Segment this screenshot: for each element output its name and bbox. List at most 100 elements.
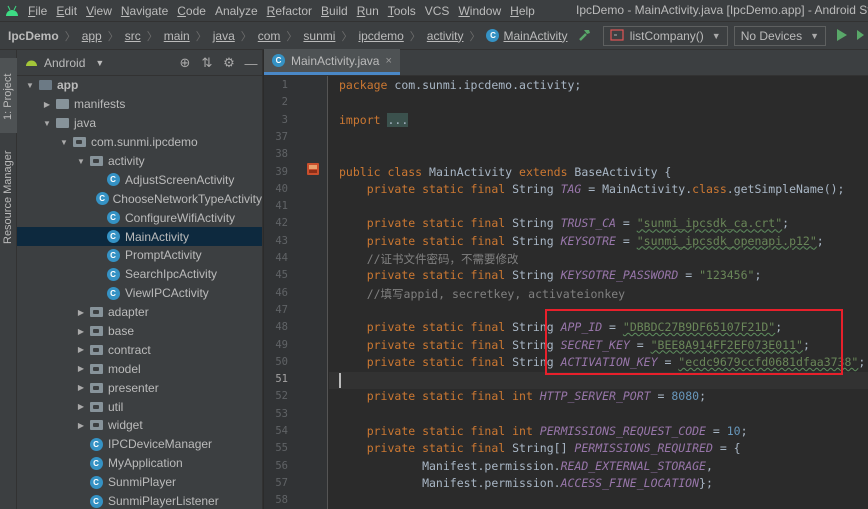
line-number: 53 [275, 407, 288, 420]
expand-closed-icon[interactable]: ▶ [74, 402, 88, 411]
expand-open-icon[interactable]: ▼ [57, 138, 71, 147]
class-badge: C [106, 173, 120, 187]
package-icon [88, 324, 104, 338]
locate-icon[interactable]: ⊕ [174, 55, 196, 71]
tree-item[interactable]: C SearchIpcActivity [17, 265, 262, 284]
breadcrumb-item[interactable]: sunmi [303, 29, 335, 43]
expand-open-icon[interactable]: ▼ [40, 119, 54, 128]
tree-item[interactable]: ▶ widget [17, 416, 262, 435]
tree-item[interactable]: ▶ base [17, 322, 262, 341]
expand-open-icon[interactable]: ▼ [74, 157, 88, 166]
breadcrumb-item[interactable]: main [164, 29, 190, 43]
resource-manager-tab[interactable]: Resource Manager [0, 150, 17, 260]
tree-item[interactable]: ▶ presenter [17, 378, 262, 397]
code-token: String[] [512, 441, 575, 456]
tree-item[interactable]: ▶ model [17, 359, 262, 378]
expand-open-icon[interactable]: ▼ [23, 81, 37, 90]
expand-closed-icon[interactable]: ▶ [40, 100, 54, 109]
menu-mnemonic: W [458, 3, 470, 18]
tree-item[interactable]: ▶ manifests [17, 95, 262, 114]
chevron-down-icon: ▼ [95, 57, 105, 68]
close-icon[interactable]: × [385, 55, 391, 67]
tree-item[interactable]: ▶ adapter [17, 303, 262, 322]
menu-refactor[interactable]: Refactor [263, 4, 316, 18]
line-number: 50 [275, 355, 288, 368]
code-token: "123456" [699, 268, 755, 283]
code-token: PERMISSIONS_REQUIRED [574, 441, 713, 456]
minimize-icon[interactable]: — [240, 56, 262, 71]
tree-item[interactable]: C SunmiPlayerListener [17, 492, 262, 509]
menu-build[interactable]: Build [317, 4, 352, 18]
chevron-right-icon: 〉 [195, 30, 207, 43]
code-token: KEYSOTRE_PASSWORD [560, 268, 679, 283]
breadcrumb-item[interactable]: app [82, 29, 102, 43]
breadcrumb-item[interactable]: ipcdemo [358, 29, 403, 43]
tree-item[interactable]: C SunmiPlayer [17, 473, 262, 492]
tree-item[interactable]: ▼ com.sunmi.ipcdemo [17, 133, 262, 152]
run-icon[interactable] [836, 28, 848, 45]
tree-item[interactable]: C ConfigureWifiActivity [17, 208, 262, 227]
chevron-right-icon: 〉 [409, 30, 421, 43]
breadcrumb-item[interactable]: java [213, 29, 235, 43]
project-tab[interactable]: 1: Project [0, 58, 17, 133]
code-token: ... [387, 112, 409, 127]
expand-closed-icon[interactable]: ▶ [74, 345, 88, 354]
folder-shape [89, 156, 103, 166]
tree-item[interactable]: ▶ util [17, 397, 262, 416]
menu-tools[interactable]: Tools [384, 4, 420, 18]
menu-file[interactable]: File [24, 4, 51, 18]
menu-navigate[interactable]: Navigate [117, 4, 172, 18]
tree-item[interactable]: C PromptActivity [17, 246, 262, 265]
class-badge: C [106, 230, 120, 244]
tree-item[interactable]: C MyApplication [17, 454, 262, 473]
breadcrumb-item[interactable]: com [258, 29, 281, 43]
tree-item[interactable]: ▼ java [17, 114, 262, 133]
debug-icon[interactable] [856, 28, 864, 45]
menu-vcs[interactable]: VCS [421, 4, 454, 18]
expand-closed-icon[interactable]: ▶ [74, 383, 88, 392]
class-gutter-icon[interactable] [306, 162, 320, 179]
class-badge: C [95, 192, 109, 206]
device-selector[interactable]: No Devices ▼ [733, 26, 826, 46]
code-token: //证书文件密码，不需要修改 [366, 252, 519, 266]
menu-window[interactable]: Window [454, 4, 505, 18]
tree-item[interactable]: C IPCDeviceManager [17, 435, 262, 454]
tree-item[interactable]: ▼ app [17, 76, 262, 95]
tree-item[interactable]: C ViewIPCActivity [17, 284, 262, 303]
project-view-selector[interactable]: Android ▼ [25, 56, 104, 70]
tree-item[interactable]: C ChooseNetworkTypeActivity [17, 189, 262, 208]
breadcrumb-item[interactable]: MainActivity [503, 29, 567, 43]
menu-view[interactable]: View [82, 4, 116, 18]
line-number: 54 [275, 425, 288, 437]
collapse-all-icon[interactable]: ⇅ [196, 55, 218, 71]
code-token: TRUST_CA [560, 216, 616, 231]
code-line: import ... [339, 112, 409, 130]
breadcrumb-item[interactable]: src [125, 29, 141, 43]
hammer-icon[interactable] [577, 27, 593, 46]
tree-item[interactable]: ▼ activity [17, 152, 262, 171]
tab-main-activity[interactable]: C MainActivity.java × [264, 49, 400, 75]
tree-item[interactable]: C AdjustScreenActivity [17, 170, 262, 189]
expand-closed-icon[interactable]: ▶ [74, 421, 88, 430]
breadcrumb-item[interactable]: IpcDemo [8, 29, 59, 43]
run-config-selector[interactable]: listCompany() ▼ [602, 26, 728, 46]
folder-shape [89, 344, 103, 355]
gear-icon[interactable]: ⚙ [218, 55, 240, 71]
expand-closed-icon[interactable]: ▶ [74, 327, 88, 336]
menu-code[interactable]: Code [173, 4, 210, 18]
menu-analyze[interactable]: Analyze [211, 4, 262, 18]
chevron-down-icon: ▼ [810, 31, 819, 41]
breadcrumb-item[interactable]: activity [427, 29, 464, 43]
tree-item[interactable]: ▶ contract [17, 340, 262, 359]
tree-item[interactable]: C MainActivity [17, 227, 262, 247]
menu-help[interactable]: Help [506, 4, 539, 18]
code-area[interactable]: package com.sunmi.ipcdemo.activity; impor… [329, 76, 868, 509]
menu-edit[interactable]: Edit [52, 4, 81, 18]
code-token: = MainActivity. [581, 181, 693, 196]
code-line: private static final int PERMISSIONS_REQ… [339, 424, 748, 441]
menu-run[interactable]: Run [353, 4, 383, 18]
expand-closed-icon[interactable]: ▶ [74, 364, 88, 373]
expand-closed-icon[interactable]: ▶ [74, 308, 88, 317]
